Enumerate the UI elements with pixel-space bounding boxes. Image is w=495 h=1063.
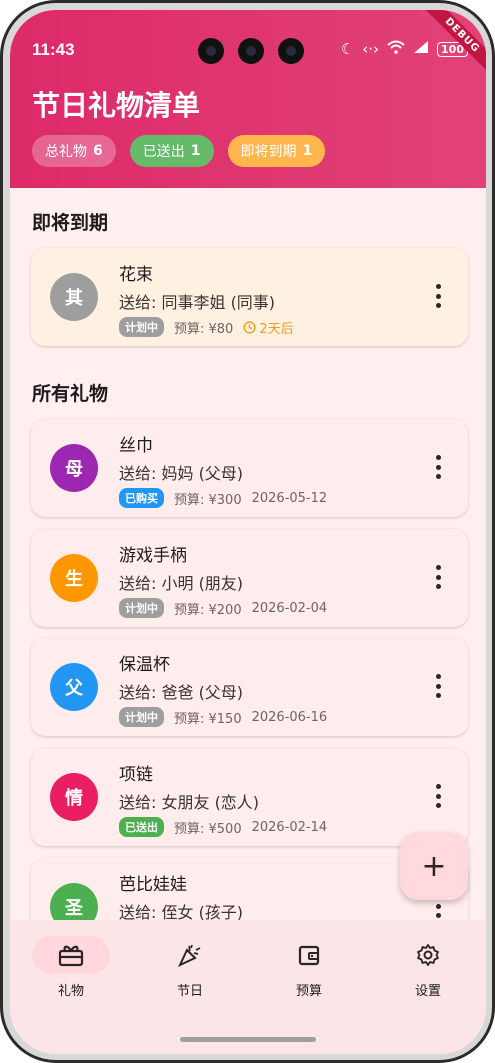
phone-frame: 11:43 ☾ ‹·› 100 DEBUG 节日礼物清单 总礼物 6 已送出 1… bbox=[0, 0, 495, 1063]
gift-card[interactable]: 母 丝巾 送给: 妈妈 (父母) 已购买 预算: ¥300 2026-05-12 bbox=[31, 419, 468, 517]
gift-name: 花束 bbox=[119, 265, 153, 285]
gift-date: 2026-02-14 bbox=[251, 819, 328, 835]
chip-sent[interactable]: 已送出 1 bbox=[129, 135, 214, 167]
chip-label: 已送出 bbox=[142, 144, 185, 160]
more-options-icon[interactable] bbox=[428, 561, 448, 593]
nav-item-budget[interactable]: 预算 bbox=[259, 936, 359, 999]
gift-name: 丝巾 bbox=[119, 436, 153, 456]
moon-icon: ☾ bbox=[340, 40, 355, 58]
more-options-icon[interactable] bbox=[428, 780, 448, 812]
status-icons: ☾ ‹·› 100 bbox=[341, 40, 468, 58]
status-badge: 计划中 bbox=[119, 598, 164, 618]
gift-icon bbox=[32, 936, 110, 974]
party-popper-icon bbox=[151, 936, 229, 974]
countdown: 2天后 bbox=[243, 318, 294, 337]
section-title-upcoming: 即将到期 bbox=[32, 212, 109, 234]
gear-icon bbox=[389, 936, 467, 974]
status-time: 11:43 bbox=[32, 40, 75, 59]
gift-meta: 计划中 预算: ¥200 2026-02-04 bbox=[119, 598, 327, 618]
app-header: 11:43 ☾ ‹·› 100 DEBUG 节日礼物清单 总礼物 6 已送出 1… bbox=[10, 10, 486, 188]
upcoming-gift-card[interactable]: 其 花束 送给: 同事李姐 (同事) 计划中 预算: ¥80 2天后 bbox=[31, 248, 468, 346]
signal-icon bbox=[413, 40, 429, 58]
gift-card[interactable]: 情 项链 送给: 女朋友 (恋人) 已送出 预算: ¥500 2026-02-1… bbox=[31, 748, 468, 846]
section-title-all: 所有礼物 bbox=[32, 383, 109, 405]
nav-item-gifts[interactable]: 礼物 bbox=[21, 936, 121, 999]
avatar: 其 bbox=[50, 273, 98, 321]
gift-recipient: 送给: 爸爸 (父母) bbox=[119, 683, 244, 702]
page-title: 节日礼物清单 bbox=[32, 89, 201, 122]
chip-upcoming[interactable]: 即将到期 1 bbox=[227, 135, 326, 167]
chip-count: 1 bbox=[302, 143, 313, 159]
gift-card[interactable]: 父 保温杯 送给: 爸爸 (父母) 计划中 预算: ¥150 2026-06-1… bbox=[31, 638, 468, 736]
camera-icon bbox=[238, 38, 264, 64]
nav-label: 礼物 bbox=[57, 984, 84, 999]
data-transfer-icon: ‹·› bbox=[362, 40, 380, 58]
home-indicator[interactable] bbox=[180, 1037, 316, 1042]
chip-label: 即将到期 bbox=[240, 144, 297, 160]
gift-budget: 预算: ¥300 bbox=[174, 492, 242, 508]
more-options-icon[interactable] bbox=[428, 280, 448, 312]
gift-name: 游戏手柄 bbox=[119, 546, 187, 566]
status-badge: 已购买 bbox=[119, 488, 164, 508]
gift-card[interactable]: 生 游戏手柄 送给: 小明 (朋友) 计划中 预算: ¥200 2026-02-… bbox=[31, 529, 468, 627]
gift-budget: 预算: ¥200 bbox=[174, 602, 242, 618]
nav-label: 节日 bbox=[176, 984, 203, 999]
app-screen: 11:43 ☾ ‹·› 100 DEBUG 节日礼物清单 总礼物 6 已送出 1… bbox=[10, 10, 486, 1054]
gift-budget: 预算: ¥500 bbox=[174, 821, 242, 837]
camera-icon bbox=[198, 38, 224, 64]
avatar: 情 bbox=[50, 773, 98, 821]
nav-label: 预算 bbox=[295, 984, 322, 999]
gift-date: 2026-06-16 bbox=[251, 709, 328, 725]
gift-recipient: 送给: 小明 (朋友) bbox=[119, 574, 244, 593]
gift-date: 2026-02-04 bbox=[251, 600, 328, 616]
chip-total-gifts[interactable]: 总礼物 6 bbox=[32, 135, 116, 167]
status-badge: 已送出 bbox=[119, 817, 164, 837]
wallet-icon bbox=[270, 936, 348, 974]
status-badge: 计划中 bbox=[119, 707, 164, 727]
chip-label: 总礼物 bbox=[45, 144, 87, 160]
gift-meta: 计划中 预算: ¥150 2026-06-16 bbox=[119, 707, 327, 727]
gift-date: 2026-05-12 bbox=[251, 490, 328, 506]
more-options-icon[interactable] bbox=[428, 670, 448, 702]
avatar: 母 bbox=[50, 444, 98, 492]
clock-icon bbox=[243, 320, 256, 334]
camera-icon bbox=[278, 38, 304, 64]
gift-meta: 已送出 预算: ¥500 2026-02-14 bbox=[119, 817, 327, 837]
gift-recipient: 送给: 女朋友 (恋人) bbox=[119, 793, 260, 812]
countdown-text: 2天后 bbox=[259, 321, 294, 337]
more-options-icon[interactable] bbox=[428, 451, 448, 483]
wifi-icon bbox=[387, 40, 405, 58]
gift-budget: 预算: ¥150 bbox=[174, 711, 242, 727]
gift-name: 项链 bbox=[119, 765, 153, 785]
nav-label: 设置 bbox=[414, 984, 441, 999]
gift-name: 芭比娃娃 bbox=[119, 875, 187, 895]
add-gift-button[interactable]: + bbox=[400, 832, 468, 900]
gift-meta: 计划中 预算: ¥80 2天后 bbox=[119, 317, 294, 337]
summary-chips: 总礼物 6 已送出 1 即将到期 1 bbox=[32, 135, 326, 167]
gift-name: 保温杯 bbox=[119, 655, 170, 675]
nav-item-settings[interactable]: 设置 bbox=[378, 936, 478, 999]
status-badge: 计划中 bbox=[119, 317, 164, 337]
gift-meta: 已购买 预算: ¥300 2026-05-12 bbox=[119, 488, 327, 508]
gift-recipient: 送给: 妈妈 (父母) bbox=[119, 464, 244, 483]
avatar: 生 bbox=[50, 554, 98, 602]
bottom-navigation: 礼物 节日 预算 设置 bbox=[10, 920, 486, 1054]
gift-budget: 预算: ¥80 bbox=[174, 321, 234, 337]
plus-icon: + bbox=[421, 848, 447, 884]
avatar: 父 bbox=[50, 663, 98, 711]
phone-bezel: 11:43 ☾ ‹·› 100 DEBUG 节日礼物清单 总礼物 6 已送出 1… bbox=[3, 3, 492, 1060]
nav-item-festivals[interactable]: 节日 bbox=[140, 936, 240, 999]
chip-count: 1 bbox=[190, 143, 201, 159]
chip-count: 6 bbox=[93, 143, 103, 159]
gift-recipient: 送给: 同事李姐 (同事) bbox=[119, 293, 276, 312]
